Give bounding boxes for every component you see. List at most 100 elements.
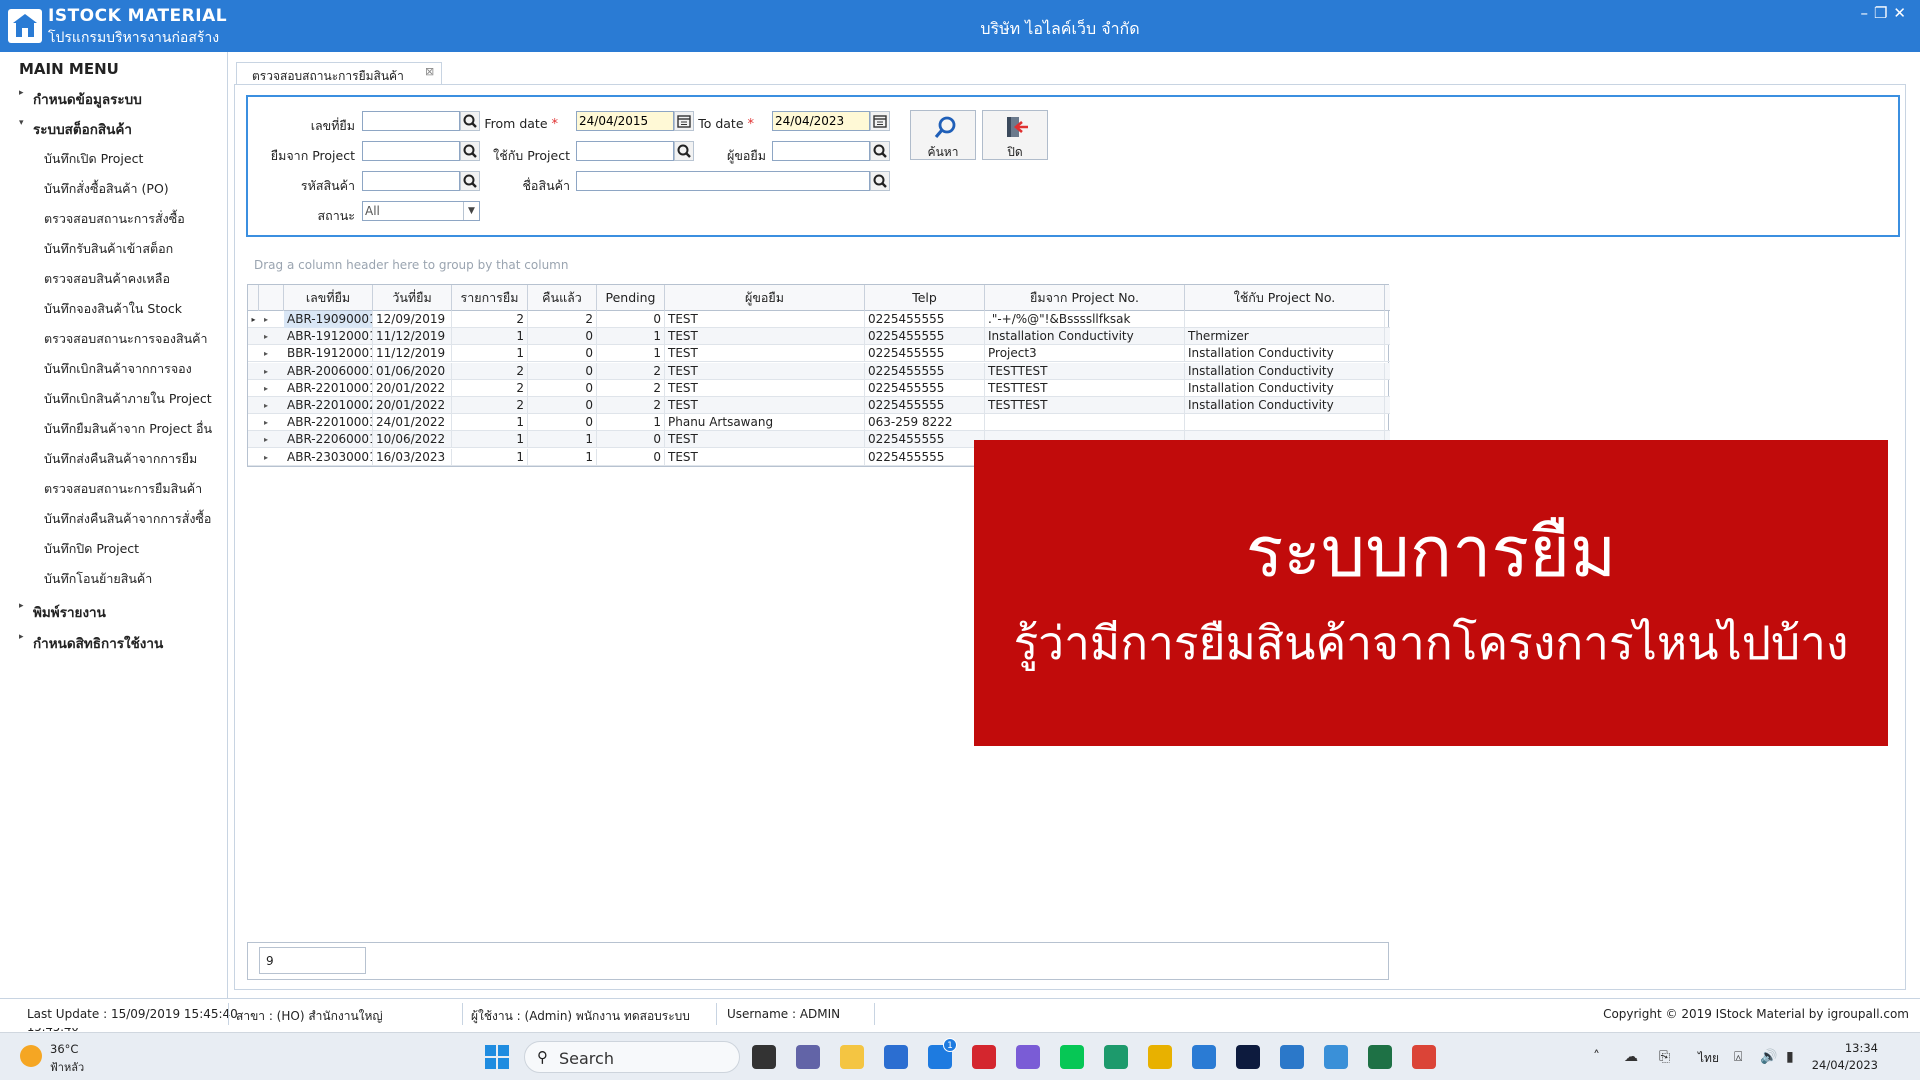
menu-item-stock-balance[interactable]: ตรวจสอบสินค้าคงเหลือ (0, 267, 228, 291)
edge-icon[interactable] (1104, 1045, 1128, 1069)
from-date-input[interactable] (576, 111, 674, 131)
cell-borrow-items[interactable]: 1 (452, 431, 528, 449)
menu-item-order-status[interactable]: ตรวจสอบสถานะการสั่งซื้อ (0, 207, 228, 231)
cell-pending[interactable]: 0 (597, 448, 665, 466)
menu-item-borrow-status[interactable]: ตรวจสอบสถานะการยืมสินค้า (0, 477, 228, 501)
use-project-input[interactable] (576, 141, 674, 161)
expand-row-icon[interactable]: ▸ (264, 431, 268, 448)
clock-date[interactable]: 24/04/2023 (1806, 1058, 1878, 1072)
cell-borrower[interactable]: TEST (665, 345, 865, 363)
expand-row-icon[interactable]: ▸ (264, 328, 268, 345)
line-icon[interactable] (1060, 1045, 1084, 1069)
cell-borrow-no[interactable]: ABR-20060001 (284, 362, 373, 380)
minimize-icon[interactable]: – (1860, 4, 1874, 22)
cell-pending[interactable]: 2 (597, 397, 665, 414)
cell-returned[interactable]: 0 (528, 345, 597, 363)
cell-borrow-items[interactable]: 1 (452, 328, 528, 346)
close-icon[interactable]: ✕ (1893, 4, 1912, 22)
menu-item-close-project[interactable]: บันทึกปิด Project (0, 537, 228, 561)
cell-from-project[interactable]: ."-+/%@"!&Bssssllfksak (985, 311, 1185, 328)
cell-borrow-date[interactable]: 11/12/2019 (373, 328, 452, 346)
cell-borrower[interactable]: Phanu Artsawang (665, 414, 865, 432)
cell-use-project[interactable]: Thermizer (1185, 328, 1385, 346)
cell-borrow-no[interactable]: ABR-19090001 (284, 311, 373, 328)
borrow-no-search-button[interactable] (460, 111, 480, 131)
menu-item-reservation-status[interactable]: ตรวจสอบสถานะการจองสินค้า (0, 327, 228, 351)
menu-item-withdraw-reserved[interactable]: บันทึกเบิกสินค้าจากการจอง (0, 357, 228, 381)
volume-icon[interactable]: 🔊 (1760, 1049, 1777, 1065)
cell-borrow-date[interactable]: 12/09/2019 (373, 311, 452, 328)
status-select[interactable]: All ▼ (362, 201, 480, 221)
menu-item-withdraw-in-project[interactable]: บันทึกเบิกสินค้าภายใน Project (0, 387, 228, 411)
column-header-borrower[interactable]: ผู้ขอยืม (665, 285, 865, 311)
chrome-icon[interactable] (1412, 1045, 1436, 1069)
expand-row-icon[interactable]: ▸ (264, 363, 268, 380)
maximize-icon[interactable]: ❐ (1874, 4, 1893, 22)
cell-borrow-no[interactable]: ABR-22010002 (284, 397, 373, 414)
product-code-input[interactable] (362, 171, 460, 191)
borrower-input[interactable] (772, 141, 870, 161)
weather-icon[interactable] (20, 1045, 42, 1067)
search-button[interactable]: ค้นหา (910, 110, 976, 160)
cell-returned[interactable]: 0 (528, 328, 597, 346)
cell-pending[interactable]: 0 (597, 311, 665, 328)
cell-borrower[interactable]: TEST (665, 379, 865, 397)
expand-row-icon[interactable]: ▸ (264, 345, 268, 362)
cell-pending[interactable]: 1 (597, 414, 665, 432)
cell-returned[interactable]: 2 (528, 311, 597, 328)
column-header-borrow-date[interactable]: วันที่ยืม (373, 285, 452, 311)
cell-telp[interactable]: 063-259 8222 (865, 414, 985, 432)
from-project-input[interactable] (362, 141, 460, 161)
cell-from-project[interactable]: TESTTEST (985, 379, 1185, 397)
cell-borrow-no[interactable]: BBR-19120001 (284, 345, 373, 363)
column-header-borrow-no[interactable]: เลขที่ยืม (284, 285, 373, 311)
cell-borrow-date[interactable]: 11/12/2019 (373, 345, 452, 363)
cell-borrow-items[interactable]: 1 (452, 345, 528, 363)
expand-row-icon[interactable]: ▸ (264, 311, 268, 328)
column-header-pending[interactable]: Pending (597, 285, 665, 311)
cell-borrow-items[interactable]: 2 (452, 379, 528, 397)
clock-time[interactable]: 13:34 (1818, 1041, 1878, 1055)
cell-borrow-no[interactable]: ABR-22010003 (284, 414, 373, 432)
menu-item-print-report[interactable]: ▸ พิมพ์รายงาน (0, 599, 228, 623)
cell-borrower[interactable]: TEST (665, 397, 865, 414)
menu-item-return-borrowed[interactable]: บันทึกส่งคืนสินค้าจากการยืม (0, 447, 228, 471)
expand-row-icon[interactable]: ▸ (264, 397, 268, 414)
tab-close-icon[interactable]: ⊠ (425, 65, 434, 78)
chevron-up-icon[interactable]: ˄ (1593, 1049, 1600, 1065)
expand-row-icon[interactable]: ▸ (264, 414, 268, 431)
cell-returned[interactable]: 0 (528, 414, 597, 432)
borrow-no-input[interactable] (362, 111, 460, 131)
menu-item-receive-stock[interactable]: บันทึกรับสินค้าเข้าสต็อก (0, 237, 228, 261)
stock-chart-icon[interactable] (1148, 1045, 1172, 1069)
cell-returned[interactable]: 0 (528, 362, 597, 380)
cell-borrow-date[interactable]: 20/01/2022 (373, 379, 452, 397)
cell-telp[interactable]: 0225455555 (865, 311, 985, 328)
menu-item-system-settings[interactable]: ▸ กำหนดข้อมูลระบบ (0, 86, 228, 110)
cell-telp[interactable]: 0225455555 (865, 379, 985, 397)
cell-returned[interactable]: 0 (528, 379, 597, 397)
store-icon[interactable] (884, 1045, 908, 1069)
cell-borrow-items[interactable]: 2 (452, 362, 528, 380)
task-view-icon[interactable] (752, 1045, 776, 1069)
cell-borrower[interactable]: TEST (665, 431, 865, 449)
cell-borrow-date[interactable]: 01/06/2020 (373, 362, 452, 380)
windows-start-icon[interactable] (485, 1045, 509, 1069)
cell-use-project[interactable]: Installation Conductivity (1185, 345, 1385, 363)
to-date-input[interactable] (772, 111, 870, 131)
expand-row-icon[interactable]: ▸ (264, 449, 268, 466)
cell-from-project[interactable] (985, 414, 1185, 432)
cell-borrow-items[interactable]: 2 (452, 311, 528, 328)
cell-pending[interactable]: 2 (597, 379, 665, 397)
notepad-icon[interactable] (1280, 1045, 1304, 1069)
to-date-picker-button[interactable] (870, 111, 890, 131)
product-name-input[interactable] (576, 171, 870, 191)
cell-borrow-date[interactable]: 20/01/2022 (373, 397, 452, 414)
cell-use-project[interactable] (1185, 414, 1385, 432)
close-button[interactable]: ปิด (982, 110, 1048, 160)
cell-borrow-no[interactable]: ABR-23030001 (284, 448, 373, 466)
table-row[interactable]: ▸ BBR-19120001 11/12/2019 1 0 1 TEST 0225455555… (248, 345, 1390, 363)
cell-from-project[interactable]: TESTTEST (985, 362, 1185, 380)
table-row[interactable]: ▸ ABR-22010002 20/01/2022 2 0 2 TEST 0225455555… (248, 397, 1390, 414)
teams-icon[interactable] (796, 1045, 820, 1069)
